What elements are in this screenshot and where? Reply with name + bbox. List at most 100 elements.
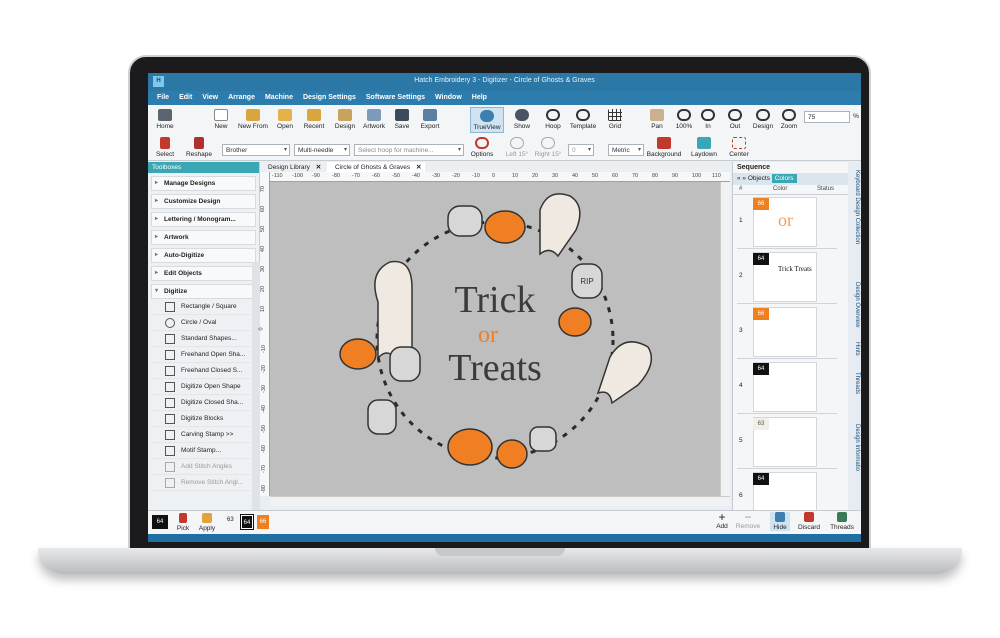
section-auto-digitize[interactable]: Auto-Digitize bbox=[151, 248, 256, 263]
zoom-button[interactable]: Zoom bbox=[778, 109, 800, 130]
discard-button[interactable]: Discard bbox=[796, 512, 822, 531]
close-icon[interactable]: ✕ bbox=[316, 164, 321, 171]
add-button[interactable]: + Add bbox=[713, 511, 731, 530]
reshape-button[interactable]: Reshape bbox=[184, 137, 214, 158]
section-manage-designs[interactable]: Manage Designs bbox=[151, 176, 256, 191]
recent-button[interactable]: Recent bbox=[300, 109, 328, 130]
tool-digitize-blocks[interactable]: Digitize Blocks bbox=[151, 411, 256, 427]
menu-file[interactable]: File bbox=[152, 91, 174, 104]
menu-help[interactable]: Help bbox=[467, 91, 492, 104]
col-number: # bbox=[739, 186, 743, 192]
select-button[interactable]: Select bbox=[152, 137, 178, 158]
template-label: Template bbox=[569, 123, 597, 130]
menu-edit[interactable]: Edit bbox=[174, 91, 197, 104]
section-lettering[interactable]: Lettering / Monogram... bbox=[151, 212, 256, 227]
hoop-select[interactable]: Select hoop for machine... bbox=[354, 144, 464, 156]
canvas-vertical-scrollbar[interactable] bbox=[720, 182, 730, 496]
trueview-button[interactable]: TrueView bbox=[470, 107, 504, 133]
tool-freehand-open[interactable]: Freehand Open Sha... bbox=[151, 347, 256, 363]
options-button[interactable]: Options bbox=[468, 137, 496, 158]
tool-carving-stamp[interactable]: Carving Stamp >> bbox=[151, 427, 256, 443]
tool-remove-stitch-angles[interactable]: Remove Stitch Angl... bbox=[151, 475, 256, 491]
zoom-design-button[interactable]: Design bbox=[750, 109, 776, 130]
tab-design-information[interactable]: Design Informatio bbox=[849, 424, 860, 471]
tool-rectangle[interactable]: Rectangle / Square bbox=[151, 299, 256, 315]
tab-design-overview[interactable]: Design Overview bbox=[849, 282, 860, 327]
palette-63[interactable]: 63 bbox=[227, 517, 234, 523]
section-digitize[interactable]: Digitize bbox=[151, 284, 256, 299]
ruler-top-tick: 50 bbox=[592, 173, 599, 179]
tool-freehand-closed[interactable]: Freehand Closed S... bbox=[151, 363, 256, 379]
background-button[interactable]: Background bbox=[644, 137, 684, 158]
tab-objects[interactable]: Objects bbox=[748, 175, 770, 182]
menu-view[interactable]: View bbox=[197, 91, 223, 104]
pan-button[interactable]: Pan bbox=[648, 109, 666, 130]
design-button[interactable]: Design bbox=[332, 109, 358, 130]
row-number: 4 bbox=[739, 382, 743, 389]
angle-field[interactable]: 0 bbox=[568, 144, 594, 156]
machine-type-select[interactable]: Multi-needle bbox=[294, 144, 350, 156]
zoom-field[interactable]: 75 bbox=[804, 111, 850, 123]
toolbox-scrollbar[interactable] bbox=[252, 262, 260, 510]
open-button[interactable]: Open bbox=[273, 109, 297, 130]
sequence-row[interactable]: 3 66 bbox=[737, 305, 837, 359]
current-color-swatch[interactable]: 64 bbox=[152, 515, 168, 529]
tool-digitize-closed[interactable]: Digitize Closed Sha... bbox=[151, 395, 256, 411]
menu-software-settings[interactable]: Software Settings bbox=[361, 91, 430, 104]
section-customize-design[interactable]: Customize Design bbox=[151, 194, 256, 209]
recent-folder-icon bbox=[307, 109, 321, 121]
menu-window[interactable]: Window bbox=[430, 91, 467, 104]
laydown-button[interactable]: Laydown bbox=[688, 137, 720, 158]
home-button[interactable]: Home bbox=[152, 109, 178, 130]
apply-button[interactable]: Apply bbox=[196, 513, 218, 532]
tool-standard-shapes[interactable]: Standard Shapes... bbox=[151, 331, 256, 347]
tool-circle[interactable]: Circle / Oval bbox=[151, 315, 256, 331]
zoom-design-label: Design bbox=[752, 123, 774, 130]
tab-colors[interactable]: Colors bbox=[771, 174, 797, 183]
tab-hints[interactable]: Hints bbox=[849, 342, 860, 356]
left-15-button[interactable]: Left 15° bbox=[502, 137, 532, 158]
center-button[interactable]: Center bbox=[724, 137, 754, 158]
design-canvas[interactable]: RIP Trick or Treats bbox=[270, 182, 720, 496]
pick-button[interactable]: Pick bbox=[175, 513, 191, 532]
right-15-button[interactable]: Right 15° bbox=[532, 137, 564, 158]
machine-brand-select[interactable]: Brother bbox=[222, 144, 290, 156]
zoom-in-button[interactable]: In bbox=[700, 109, 716, 130]
close-icon[interactable]: ✕ bbox=[416, 164, 421, 171]
sequence-row[interactable]: 4 64 bbox=[737, 360, 837, 414]
palette-64[interactable]: 64 bbox=[240, 514, 254, 530]
canvas-horizontal-scrollbar[interactable] bbox=[270, 496, 730, 506]
sequence-row[interactable]: 1 or 66 bbox=[737, 195, 837, 249]
zoom-100-button[interactable]: 100% bbox=[673, 109, 695, 130]
artwork-button[interactable]: Artwork bbox=[360, 109, 388, 130]
tab-label: Circle of Ghosts & Graves bbox=[335, 164, 411, 171]
tab-threads[interactable]: Threads bbox=[849, 372, 860, 394]
new-from-button[interactable]: New From bbox=[236, 109, 270, 130]
tool-digitize-open[interactable]: Digitize Open Shape bbox=[151, 379, 256, 395]
ruler-left-tick: 0 bbox=[258, 327, 265, 331]
new-button[interactable]: New bbox=[210, 109, 232, 130]
menu-design-settings[interactable]: Design Settings bbox=[298, 91, 361, 104]
sequence-row[interactable]: 5 63 bbox=[737, 415, 837, 469]
template-button[interactable]: Template bbox=[566, 109, 600, 130]
units-select[interactable]: Metric bbox=[608, 144, 644, 156]
section-edit-objects[interactable]: Edit Objects bbox=[151, 266, 256, 281]
show-button[interactable]: Show bbox=[510, 109, 534, 130]
section-artwork[interactable]: Artwork bbox=[151, 230, 256, 245]
palette-66[interactable]: 66 bbox=[257, 515, 269, 529]
menu-arrange[interactable]: Arrange bbox=[223, 91, 260, 104]
hoop-button[interactable]: Hoop bbox=[542, 109, 564, 130]
tool-motif-stamp[interactable]: Motif Stamp... bbox=[151, 443, 256, 459]
save-button[interactable]: Save bbox=[391, 109, 413, 130]
remove-button[interactable]: − Remove bbox=[734, 511, 762, 530]
grid-button[interactable]: Grid bbox=[604, 109, 626, 130]
hide-button[interactable]: Hide bbox=[770, 512, 790, 531]
export-button[interactable]: Export bbox=[416, 109, 444, 130]
tab-keyboard-design-collection[interactable]: Keyboard Design Collection bbox=[849, 170, 860, 244]
menu-machine[interactable]: Machine bbox=[260, 91, 298, 104]
seq-nav-icon[interactable]: « » bbox=[737, 175, 746, 182]
zoom-out-button[interactable]: Out bbox=[726, 109, 744, 130]
sequence-row[interactable]: 2 Trick Treats 64 bbox=[737, 250, 837, 304]
tool-add-stitch-angles[interactable]: Add Stitch Angles bbox=[151, 459, 256, 475]
threads-button[interactable]: Threads bbox=[828, 512, 856, 531]
